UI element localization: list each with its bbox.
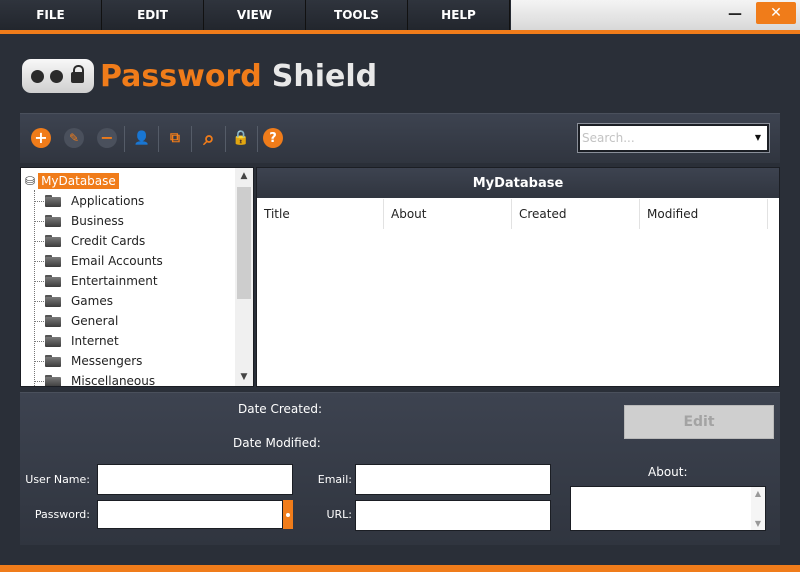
add-icon: + [31, 128, 51, 148]
tree-scrollbar[interactable]: ▲ ▼ [235, 168, 253, 386]
menu-view[interactable]: VIEW [204, 0, 306, 30]
tree-item-miscellaneous[interactable]: Miscellaneous [34, 371, 156, 387]
password-field[interactable] [97, 500, 283, 529]
tree-root[interactable]: ⛁ MyDatabase [25, 171, 119, 191]
user-button[interactable]: 👤 [131, 127, 153, 149]
tree-item-label: Credit Cards [71, 234, 146, 248]
app-name-word2: Shield [271, 58, 378, 94]
add-button[interactable]: + [30, 127, 52, 149]
username-field[interactable] [97, 464, 293, 495]
folder-icon [45, 314, 62, 328]
scroll-down-icon[interactable]: ▼ [235, 369, 253, 386]
copy-button[interactable]: ⧉ [164, 127, 186, 149]
database-icon: ⛁ [25, 174, 36, 188]
copy-icon: ⧉ [170, 130, 180, 146]
tree-root-label: MyDatabase [38, 173, 119, 189]
tree-item-label: Applications [71, 194, 145, 208]
menu-tools[interactable]: TOOLS [306, 0, 408, 30]
scroll-up-icon[interactable]: ▲ [751, 489, 765, 498]
date-modified-label: Date Modified: [233, 436, 321, 450]
tree-item-label: Games [71, 294, 113, 308]
scroll-up-icon[interactable]: ▲ [235, 168, 253, 185]
password-label: Password: [34, 508, 90, 521]
tree-item-messengers[interactable]: Messengers [34, 351, 142, 371]
lock-button[interactable]: 🔒 [230, 127, 252, 149]
folder-icon [45, 294, 62, 308]
edit-icon: ✎ [64, 128, 84, 148]
edit-button[interactable]: Edit [624, 405, 774, 439]
scroll-thumb[interactable] [237, 187, 251, 299]
url-field[interactable] [355, 500, 551, 531]
email-label: Email: [317, 473, 352, 486]
url-label: URL: [326, 508, 352, 521]
list-title: MyDatabase [257, 168, 779, 198]
app-logo: Password Shield [22, 58, 377, 94]
minimize-icon[interactable]: — [715, 4, 755, 24]
search-combobox[interactable]: ▼ [577, 123, 770, 153]
remove-icon: − [97, 128, 117, 148]
folder-icon [45, 274, 62, 288]
entry-list: MyDatabase Title About Created Modified [256, 167, 780, 387]
toolbar-separator [158, 126, 159, 152]
tree-item-games[interactable]: Games [34, 291, 113, 311]
tree-item-general[interactable]: General [34, 311, 118, 331]
about-label: About: [648, 465, 688, 479]
search-button[interactable]: ⌕ [198, 127, 220, 149]
toolbar-separator [225, 126, 226, 152]
help-button[interactable]: ? [262, 127, 284, 149]
column-about[interactable]: About [384, 199, 512, 229]
toolbar: + ✎ − 👤 ⧉ ⌕ 🔒 ? ▼ [20, 113, 780, 163]
tree-item-label: Email Accounts [71, 254, 163, 268]
tree-item-label: Internet [71, 334, 119, 348]
app-name: Password Shield [100, 59, 377, 94]
bottom-accent-bar [0, 565, 800, 572]
close-icon[interactable]: ✕ [756, 2, 796, 24]
user-icon: 👤 [133, 130, 151, 146]
menu-help[interactable]: HELP [408, 0, 510, 30]
folder-icon [45, 374, 62, 386]
tree-item-label: Business [71, 214, 124, 228]
folder-icon [45, 194, 62, 208]
tree-item-applications[interactable]: Applications [34, 191, 144, 211]
help-icon: ? [263, 128, 283, 148]
tree-item-label: Messengers [71, 354, 143, 368]
column-modified[interactable]: Modified [640, 199, 768, 229]
chevron-down-icon[interactable]: ▼ [751, 129, 765, 147]
details-panel: Date Created: Date Modified: Edit User N… [20, 392, 780, 545]
toolbar-separator [191, 126, 192, 152]
email-field[interactable] [355, 464, 551, 495]
folder-icon [45, 234, 62, 248]
folder-icon [45, 354, 62, 368]
toolbar-separator [124, 126, 125, 152]
toolbar-separator [257, 126, 258, 152]
folder-icon [45, 214, 62, 228]
about-scrollbar[interactable]: ▲ ▼ [751, 487, 765, 530]
folder-icon [45, 334, 62, 348]
tree-item-credit-cards[interactable]: Credit Cards [34, 231, 145, 251]
search-icon: ⌕ [203, 126, 215, 150]
scroll-down-icon[interactable]: ▼ [751, 519, 765, 528]
search-input[interactable] [582, 128, 748, 148]
logo-lock-icon [22, 59, 94, 93]
remove-button[interactable]: − [96, 127, 118, 149]
lock-icon: 🔒 [232, 130, 250, 146]
folder-icon [45, 254, 62, 268]
category-tree: ⛁ MyDatabase Applications Business Credi… [20, 167, 254, 387]
tree-item-label: Miscellaneous [71, 374, 156, 387]
tree-item-email-accounts[interactable]: Email Accounts [34, 251, 163, 271]
app-name-word1: Password [100, 58, 262, 94]
tree-item-internet[interactable]: Internet [34, 331, 119, 351]
date-created-label: Date Created: [238, 402, 323, 416]
username-label: User Name: [25, 473, 90, 486]
menu-edit[interactable]: EDIT [102, 0, 204, 30]
tree-item-label: Entertainment [71, 274, 158, 288]
edit-entry-button[interactable]: ✎ [63, 127, 85, 149]
about-textarea[interactable]: ▲ ▼ [570, 486, 766, 531]
tree-item-business[interactable]: Business [34, 211, 124, 231]
tree-item-entertainment[interactable]: Entertainment [34, 271, 158, 291]
column-created[interactable]: Created [512, 199, 640, 229]
menu-file[interactable]: FILE [0, 0, 102, 30]
column-title[interactable]: Title [257, 199, 384, 229]
tree-item-label: General [71, 314, 119, 328]
